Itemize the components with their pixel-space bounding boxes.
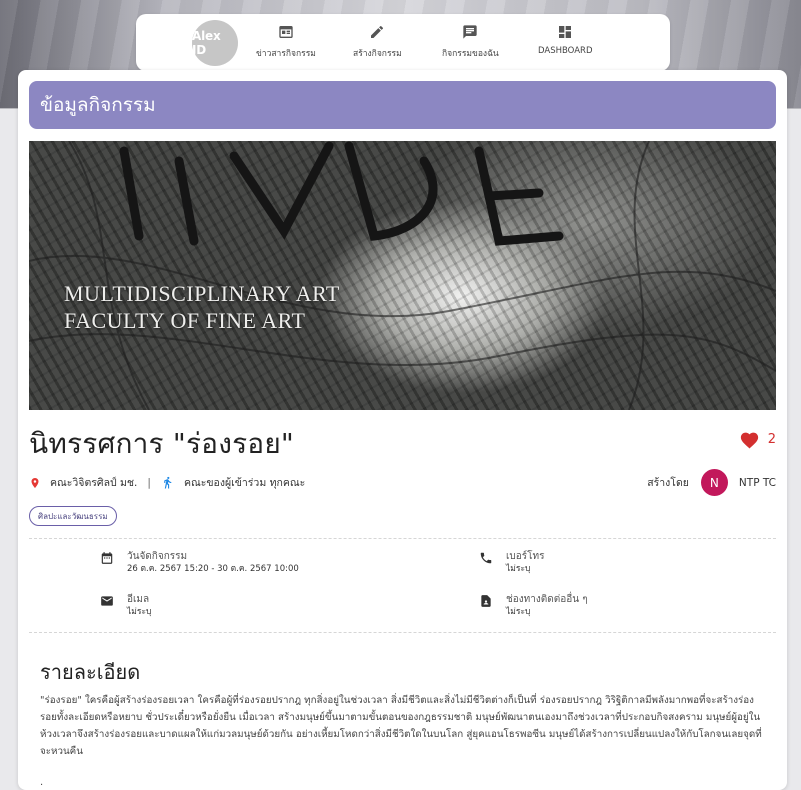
info-phone: เบอร์โทร ไม่ระบุ bbox=[479, 550, 544, 576]
nav-item-dashboard[interactable]: DASHBOARD bbox=[538, 24, 593, 56]
details-trailing: . bbox=[40, 777, 44, 788]
chat-icon bbox=[463, 25, 478, 39]
contact-card-icon bbox=[481, 595, 491, 607]
calendar-icon bbox=[101, 552, 113, 564]
date-label: วันจัดกิจกรรม bbox=[127, 551, 188, 562]
creator-avatar[interactable]: N bbox=[700, 469, 728, 496]
nav-item-label: สร้างกิจกรรม bbox=[353, 49, 402, 59]
event-creator: สร้างโดย N NTP TC bbox=[647, 469, 776, 496]
heart-icon bbox=[740, 432, 758, 449]
info-email: อีเมล ไม่ระบุ bbox=[100, 593, 151, 619]
date-value: 26 ต.ค. 2567 15:20 - 30 ต.ค. 2567 10:00 bbox=[127, 564, 299, 574]
banner-caption-line: FACULTY OF FINE ART bbox=[64, 308, 306, 333]
category-chip[interactable]: ศิลปะและวัฒนธรรม bbox=[29, 506, 117, 526]
nav-item-news[interactable]: ข่าวสารกิจกรรม bbox=[256, 24, 316, 60]
banner-caption-line: MULTIDISCIPLINARY ART bbox=[64, 281, 340, 306]
event-title: นิทรรศการ "ร่องรอย" bbox=[29, 427, 295, 460]
email-icon bbox=[101, 596, 113, 606]
nav-item-label: DASHBOARD bbox=[538, 46, 593, 56]
event-meta: คณะวิจิตรศิลป์ มช. | คณะของผู้เข้าร่วม ท… bbox=[29, 474, 305, 491]
phone-value: ไม่ระบุ bbox=[506, 564, 531, 574]
info-other-contact: ช่องทางติดต่ออื่น ๆ ไม่ระบุ bbox=[479, 593, 588, 619]
details-title: รายละเอียด bbox=[40, 660, 141, 684]
divider bbox=[29, 632, 776, 633]
user-avatar[interactable]: Alex JD bbox=[192, 20, 238, 66]
phone-label: เบอร์โทร bbox=[506, 551, 545, 562]
top-navbar: Alex JD ข่าวสารกิจกรรม สร้างกิจกรรม กิจก… bbox=[136, 14, 670, 71]
other-contact-value: ไม่ระบุ bbox=[506, 607, 531, 617]
details-body: "ร่องรอย" ใครคือผู้สร้างร่องรอยเวลา ใครค… bbox=[40, 695, 762, 757]
nav-item-my-activities[interactable]: กิจกรรมของฉัน bbox=[442, 24, 499, 60]
creator-name[interactable]: NTP TC bbox=[739, 477, 776, 489]
dashboard-icon bbox=[559, 26, 572, 38]
created-by-label: สร้างโดย bbox=[647, 477, 689, 489]
info-date: วันจัดกิจกรรม 26 ต.ค. 2567 15:20 - 30 ต.… bbox=[100, 550, 299, 576]
email-label: อีเมล bbox=[127, 594, 150, 605]
like-count: 2 bbox=[767, 432, 776, 447]
nav-item-create[interactable]: สร้างกิจกรรม bbox=[353, 24, 402, 60]
other-contact-label: ช่องทางติดต่ออื่น ๆ bbox=[506, 594, 588, 605]
nav-item-label: กิจกรรมของฉัน bbox=[442, 49, 499, 59]
pencil-icon bbox=[371, 25, 384, 38]
section-header: ข้อมูลกิจกรรม bbox=[29, 81, 776, 129]
person-walking-icon bbox=[164, 476, 172, 489]
meta-separator: | bbox=[147, 476, 151, 489]
banner-caption: MULTIDISCIPLINARY ART FACULTY OF FINE AR… bbox=[64, 280, 340, 334]
nav-item-label: ข่าวสารกิจกรรม bbox=[256, 49, 316, 59]
news-icon bbox=[279, 26, 293, 38]
event-location: คณะวิจิตรศิลป์ มช. bbox=[50, 477, 138, 489]
event-participants: คณะของผู้เข้าร่วม ทุกคณะ bbox=[183, 477, 306, 489]
divider bbox=[29, 538, 776, 539]
banner-artwork bbox=[29, 141, 776, 410]
location-pin-icon bbox=[31, 477, 39, 488]
activity-card: ข้อมูลกิจกรรม MULTIDISCIPLINARY ART FACU… bbox=[18, 70, 787, 790]
event-banner-image: MULTIDISCIPLINARY ART FACULTY OF FINE AR… bbox=[29, 141, 776, 410]
like-button[interactable]: 2 bbox=[739, 430, 776, 449]
email-value: ไม่ระบุ bbox=[127, 607, 152, 617]
phone-icon bbox=[480, 552, 492, 564]
